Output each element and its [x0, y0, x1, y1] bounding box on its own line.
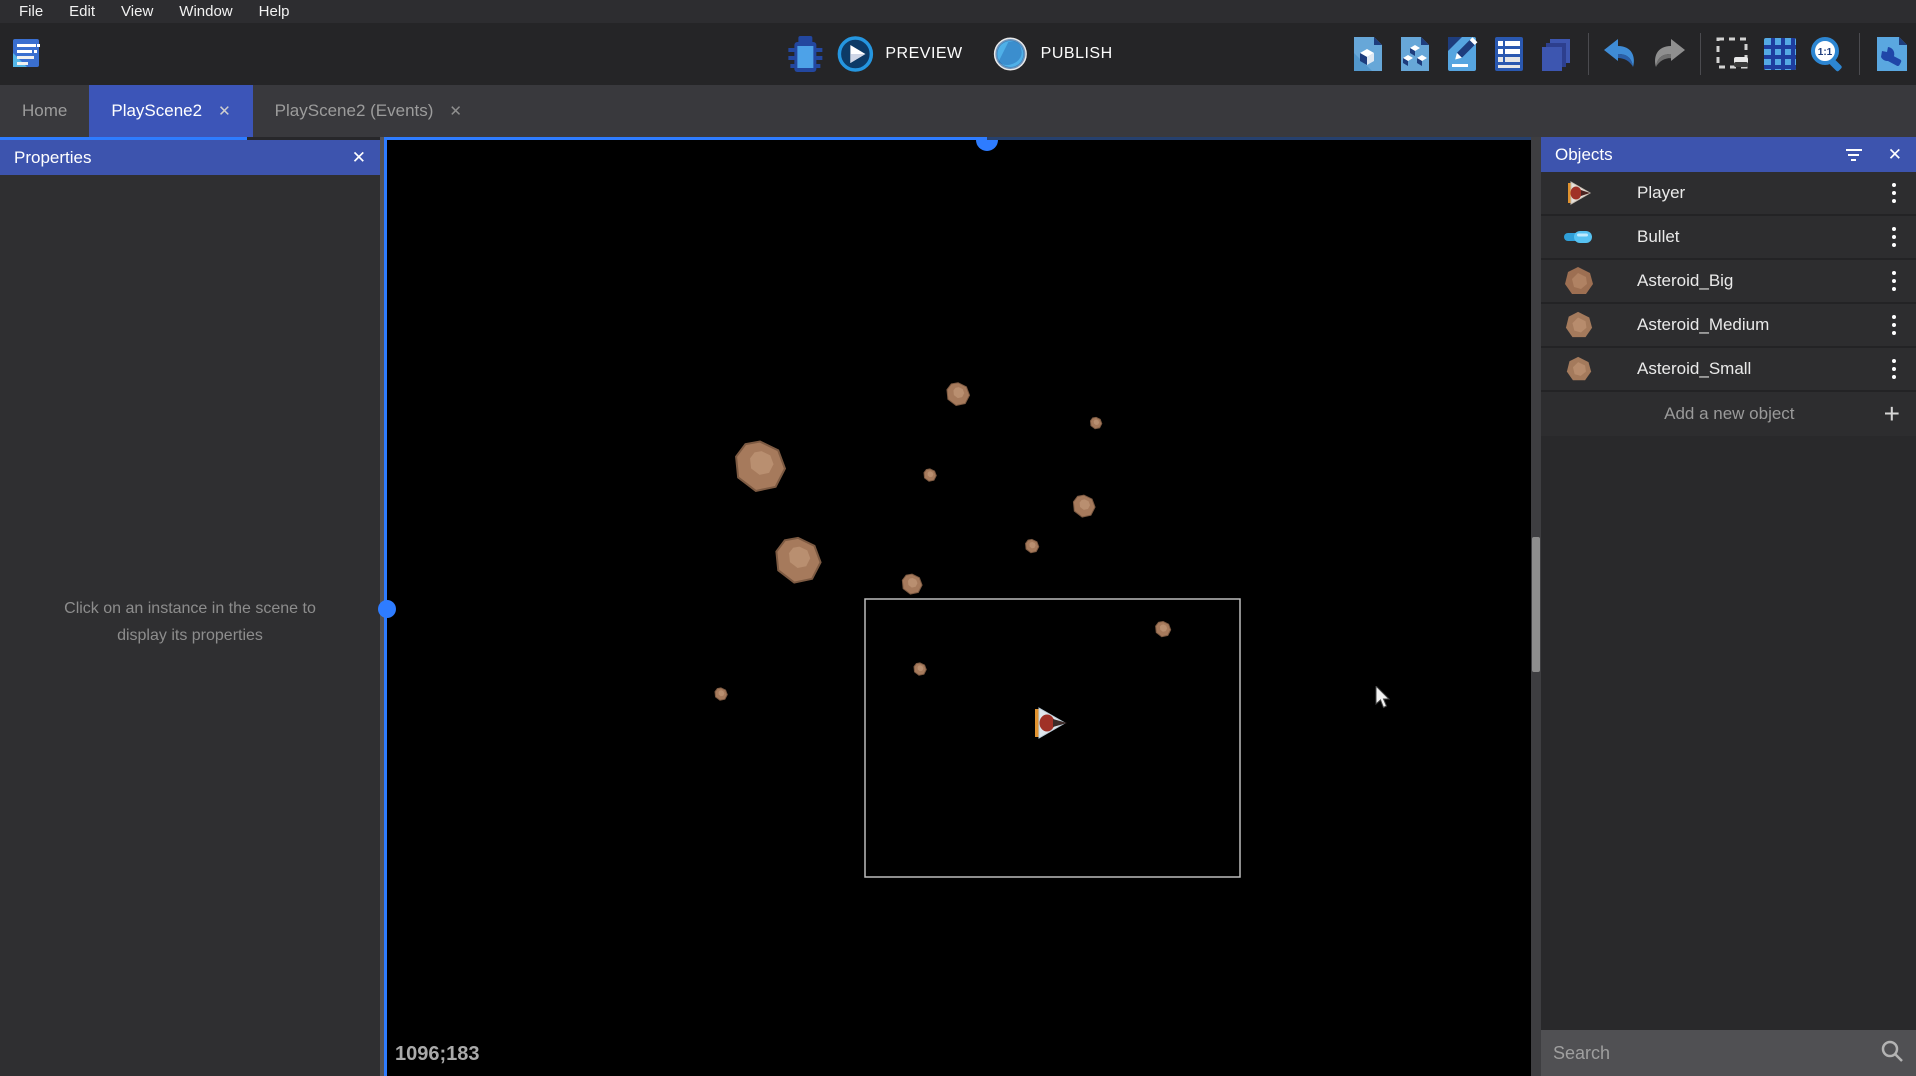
bullet-icon — [1559, 227, 1599, 247]
object-label: Asteroid_Medium — [1637, 315, 1888, 335]
properties-editor-icon[interactable] — [1442, 32, 1482, 76]
objects-panel-title: Objects — [1555, 145, 1613, 165]
object-label: Asteroid_Small — [1637, 359, 1888, 379]
tab-close-icon[interactable]: ✕ — [218, 102, 231, 120]
asteroid-icon — [1559, 356, 1599, 382]
publish-button[interactable]: PUBLISH — [1041, 45, 1113, 63]
object-label: Player — [1637, 183, 1888, 203]
menu-file[interactable]: File — [8, 1, 54, 22]
filter-icon[interactable] — [1846, 149, 1862, 161]
toolbar-separator — [1700, 33, 1701, 75]
properties-close-icon[interactable]: ✕ — [352, 148, 366, 168]
menu-window[interactable]: Window — [168, 1, 243, 22]
search-input[interactable] — [1553, 1043, 1880, 1064]
cursor-coordinates: 1096;183 — [395, 1043, 480, 1066]
asteroid-instance-medium[interactable] — [1073, 495, 1095, 517]
splitter-handle-dot[interactable] — [378, 600, 396, 618]
asteroid-instance-small[interactable] — [1026, 539, 1039, 552]
scene-canvas-svg — [387, 140, 1531, 1076]
tab-playscene2[interactable]: PlayScene2 ✕ — [89, 85, 252, 137]
grid-icon[interactable] — [1760, 32, 1800, 76]
menu-bar: File Edit View Window Help — [0, 0, 1916, 23]
tab-playscene2-events-label: PlayScene2 (Events) — [275, 101, 434, 121]
capture-selection-icon[interactable] — [1713, 32, 1753, 76]
asteroid-instance-big[interactable] — [736, 442, 785, 491]
settings-wrench-icon[interactable] — [1872, 32, 1912, 76]
layers-editor-icon[interactable] — [1536, 32, 1576, 76]
gdevelop-window: File Edit View Window Help — [0, 0, 1916, 1076]
zoom-1-1-icon[interactable]: 1:1 — [1807, 32, 1847, 76]
asteroid-icon — [1559, 311, 1599, 339]
object-groups-icon[interactable] — [1395, 32, 1435, 76]
properties-panel-title: Properties — [14, 148, 91, 168]
project-manager-icon[interactable] — [6, 32, 46, 76]
object-menu-icon[interactable] — [1888, 311, 1900, 339]
objects-panel: Objects ✕ Player — [1541, 137, 1916, 1076]
scene-scrollbar-track[interactable] — [1531, 137, 1541, 1076]
asteroid-instance-small[interactable] — [924, 469, 936, 481]
asteroid-instance-small[interactable] — [1156, 621, 1171, 636]
tab-playscene2-events[interactable]: PlayScene2 (Events) ✕ — [253, 85, 484, 137]
tab-close-icon[interactable]: ✕ — [449, 102, 462, 120]
tab-bar: Home PlayScene2 ✕ PlayScene2 (Events) ✕ — [0, 85, 1916, 137]
asteroid-instance-small[interactable] — [914, 663, 926, 675]
objects-panel-header: Objects ✕ — [1541, 137, 1916, 172]
object-row-asteroid-medium[interactable]: Asteroid_Medium — [1541, 304, 1916, 348]
objects-editor-icon[interactable] — [1348, 32, 1388, 76]
object-menu-icon[interactable] — [1888, 179, 1900, 207]
object-row-bullet[interactable]: Bullet — [1541, 216, 1916, 260]
camera-border — [865, 599, 1240, 877]
object-row-asteroid-big[interactable]: Asteroid_Big — [1541, 260, 1916, 304]
objects-panel-empty-area — [1541, 436, 1916, 1030]
toolbar-separator — [1588, 33, 1589, 75]
asteroid-instance-small[interactable] — [715, 688, 727, 700]
tab-home[interactable]: Home — [0, 85, 89, 137]
svg-text:1:1: 1:1 — [1818, 47, 1833, 58]
asteroid-instance-medium[interactable] — [902, 574, 922, 594]
plus-icon: + — [1884, 404, 1900, 424]
search-icon — [1880, 1039, 1904, 1068]
object-row-player[interactable]: Player — [1541, 172, 1916, 216]
menu-edit[interactable]: Edit — [58, 1, 106, 22]
redo-icon[interactable] — [1648, 32, 1688, 76]
scene-canvas[interactable]: 1096;183 — [387, 140, 1531, 1076]
object-row-asteroid-small[interactable]: Asteroid_Small — [1541, 348, 1916, 392]
asteroid-instance-small[interactable] — [1090, 417, 1101, 428]
tab-home-label: Home — [22, 101, 67, 121]
preview-button[interactable]: PREVIEW — [885, 45, 962, 63]
tab-playscene2-label: PlayScene2 — [111, 101, 202, 121]
publish-globe-icon[interactable] — [991, 32, 1031, 76]
scene-scrollbar-thumb[interactable] — [1532, 537, 1540, 672]
menu-view[interactable]: View — [110, 1, 164, 22]
undo-icon[interactable] — [1601, 32, 1641, 76]
properties-hint-text: Click on an instance in the scene to dis… — [0, 595, 380, 649]
player-ship-icon — [1559, 178, 1599, 208]
asteroid-instance-medium[interactable] — [947, 383, 970, 406]
object-menu-icon[interactable] — [1888, 223, 1900, 251]
object-menu-icon[interactable] — [1888, 267, 1900, 295]
debug-icon[interactable] — [785, 32, 825, 76]
object-menu-icon[interactable] — [1888, 355, 1900, 383]
objects-close-icon[interactable]: ✕ — [1888, 145, 1902, 165]
player-ship-instance[interactable] — [1035, 708, 1067, 738]
main-toolbar: PREVIEW PUBLISH — [0, 23, 1916, 85]
object-label: Asteroid_Big — [1637, 271, 1888, 291]
properties-panel-header: Properties ✕ — [0, 140, 380, 175]
asteroid-icon — [1559, 266, 1599, 296]
mouse-cursor — [1375, 686, 1393, 715]
asteroid-instance-big[interactable] — [776, 538, 820, 583]
objects-search-bar — [1541, 1030, 1916, 1076]
add-new-object-button[interactable]: Add a new object + — [1541, 392, 1916, 436]
instances-list-icon[interactable] — [1489, 32, 1529, 76]
preview-play-icon[interactable] — [835, 32, 875, 76]
properties-panel: Properties ✕ Click on an instance in the… — [0, 140, 380, 1076]
add-object-label: Add a new object — [1541, 404, 1884, 424]
toolbar-separator — [1859, 33, 1860, 75]
object-label: Bullet — [1637, 227, 1888, 247]
menu-help[interactable]: Help — [248, 1, 301, 22]
